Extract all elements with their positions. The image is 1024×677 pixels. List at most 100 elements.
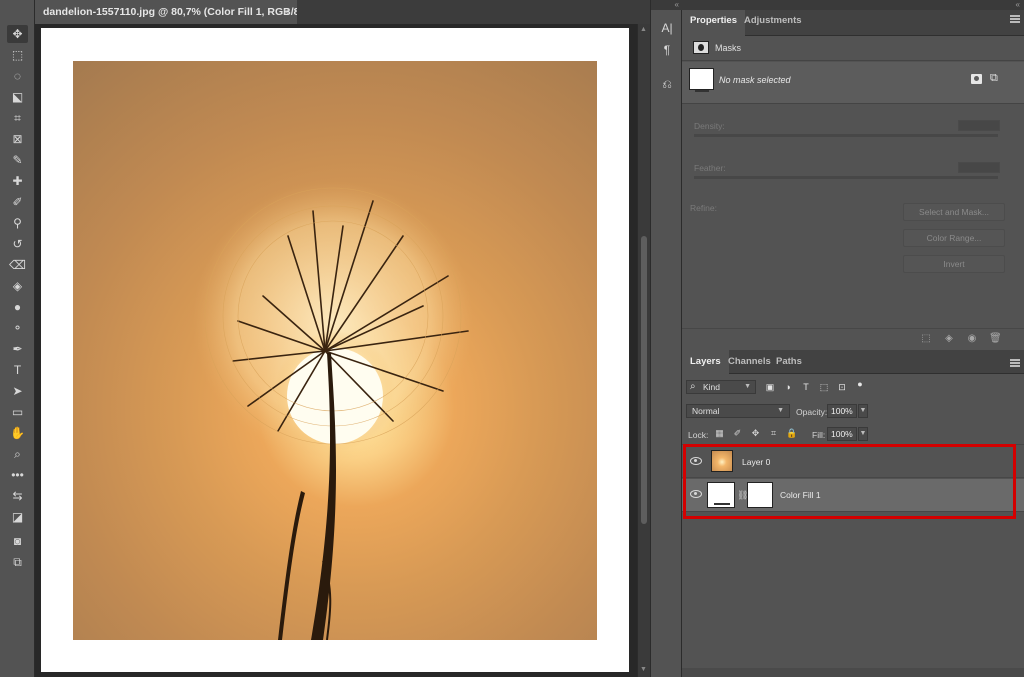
- opacity-label: Opacity:: [796, 407, 828, 417]
- collapse-panel-icon[interactable]: «: [682, 0, 1024, 10]
- blend-row: Normal ▼ Opacity: 100% ▼: [682, 400, 1024, 422]
- eraser-icon[interactable]: ⌫: [7, 256, 28, 274]
- blend-mode-value: Normal: [692, 406, 720, 416]
- fill-dropdown-icon[interactable]: ▼: [858, 427, 868, 441]
- mask-selection-row[interactable]: No mask selected ⧉: [682, 62, 1024, 104]
- collapse-mini-icon[interactable]: «: [651, 0, 683, 10]
- fill-label: Fill:: [812, 430, 826, 440]
- move-tool-icon[interactable]: ✥: [7, 25, 28, 43]
- layers-tabs: Layers Channels Paths: [682, 350, 1024, 374]
- object-selection-icon[interactable]: ⬕: [7, 88, 28, 106]
- scroll-down-icon[interactable]: ▼: [640, 666, 647, 673]
- lock-row: Lock: ▦ ✐ ✥ ⌗ 🔒 Fill: 100% ▼: [682, 423, 1024, 445]
- tab-paths[interactable]: Paths: [768, 350, 810, 374]
- more-tools-icon[interactable]: •••: [7, 466, 28, 484]
- panel-menu-icon[interactable]: [1010, 15, 1020, 23]
- lock-label: Lock:: [688, 430, 709, 440]
- vertical-scrollbar[interactable]: ▲ ▼: [637, 24, 650, 677]
- color-range-button[interactable]: Color Range...: [903, 229, 1005, 247]
- layers-footer: [682, 668, 1024, 677]
- select-and-mask-button[interactable]: Select and Mask...: [903, 203, 1005, 221]
- type-filter-icon[interactable]: T: [801, 382, 811, 392]
- character-icon[interactable]: A|: [659, 20, 675, 36]
- document-canvas[interactable]: [41, 28, 629, 672]
- filter-kind-select[interactable]: ⌕ Kind ▼: [686, 380, 756, 394]
- blur-icon[interactable]: ●: [7, 298, 28, 316]
- add-vector-mask-icon[interactable]: ⧉: [990, 72, 1002, 84]
- filter-row: ⌕ Kind ▼ ▣ ◑ T ⬚ ⊡ ●: [682, 375, 1024, 399]
- adjustment-filter-icon[interactable]: ◑: [783, 382, 793, 392]
- highlight-box: [683, 444, 1016, 519]
- apply-mask-icon[interactable]: ◈: [943, 333, 955, 345]
- refine-label: Refine:: [690, 203, 717, 213]
- invert-button[interactable]: Invert: [903, 255, 1005, 273]
- lasso-icon[interactable]: ◌: [7, 67, 28, 85]
- zoom-icon[interactable]: ⌕: [7, 445, 28, 463]
- scroll-up-icon[interactable]: ▲: [640, 26, 647, 33]
- history-brush-icon[interactable]: ↺: [7, 235, 28, 253]
- mask-thumbnail[interactable]: [689, 68, 714, 92]
- add-pixel-mask-icon[interactable]: [971, 74, 982, 84]
- search-icon: ⌕: [690, 381, 696, 392]
- visibility-icon[interactable]: ◉: [966, 333, 978, 345]
- document-tab[interactable]: dandelion-1557110.jpg @ 80,7% (Color Fil…: [35, 0, 316, 24]
- paragraph-icon[interactable]: ¶: [659, 42, 675, 58]
- scrollbar-thumb[interactable]: [641, 236, 647, 524]
- dodge-icon[interactable]: ⚬: [7, 319, 28, 337]
- rectangle-icon[interactable]: ▭: [7, 403, 28, 421]
- quick-mask-icon[interactable]: ◙: [7, 532, 28, 550]
- pen-icon[interactable]: ✒: [7, 340, 28, 358]
- masks-label: Masks: [715, 43, 742, 53]
- feather-slider: [694, 176, 998, 179]
- smart-object-filter-icon[interactable]: ⊡: [837, 382, 847, 392]
- opacity-input[interactable]: 100%: [827, 404, 857, 418]
- fill-input[interactable]: 100%: [827, 427, 857, 441]
- screen-mode-icon[interactable]: ⧉: [7, 553, 28, 571]
- brush-icon[interactable]: ✐: [7, 193, 28, 211]
- rectangular-marquee-icon[interactable]: ⬚: [7, 46, 28, 64]
- feather-input: [958, 162, 1000, 173]
- tools-panel: ✥ ⬚ ◌ ⬕ ⌗ ⊠ ✎ ✚ ✐ ⚲ ↺ ⌫ ◈ ● ⚬ ✒ T ➤ ▭ ✋ ⌕ ••• ⇆ ◪ ◙ ⧉: [0, 0, 35, 677]
- lock-artboard-icon[interactable]: ⌗: [768, 428, 779, 439]
- chevron-down-icon: ▼: [744, 383, 751, 390]
- properties-panel: « Properties Adjustments Masks No mask s…: [682, 0, 1024, 350]
- document-tab-title: dandelion-1557110.jpg @ 80,7% (Color Fil…: [43, 6, 316, 18]
- dandelion-illustration: [193, 181, 473, 640]
- collapsed-panels: « A| ¶ ⎌: [650, 0, 683, 677]
- density-label: Density:: [694, 121, 725, 131]
- feather-label: Feather:: [694, 163, 726, 173]
- load-selection-icon[interactable]: ⬚: [920, 333, 932, 345]
- path-selection-icon[interactable]: ➤: [7, 382, 28, 400]
- hand-icon[interactable]: ✋: [7, 424, 28, 442]
- pixel-filter-icon[interactable]: ▣: [765, 382, 775, 392]
- delete-mask-icon[interactable]: 🗑: [989, 333, 1002, 345]
- eyedropper-icon[interactable]: ✎: [7, 151, 28, 169]
- crop-icon[interactable]: ⌗: [7, 109, 28, 127]
- lock-pixels-icon[interactable]: ✐: [732, 428, 743, 439]
- layers-menu-icon[interactable]: [1010, 359, 1020, 367]
- tab-strip: [297, 0, 650, 24]
- lock-position-icon[interactable]: ✥: [750, 428, 761, 439]
- type-icon[interactable]: T: [7, 361, 28, 379]
- blend-mode-select[interactable]: Normal ▼: [686, 404, 790, 418]
- frame-icon[interactable]: ⊠: [7, 130, 28, 148]
- masks-header: Masks: [682, 37, 1024, 61]
- density-input: [958, 120, 1000, 131]
- color-swatches-icon[interactable]: ◪: [7, 508, 28, 526]
- density-slider: [694, 134, 998, 137]
- filter-toggle-icon[interactable]: ●: [855, 379, 865, 389]
- lock-all-icon[interactable]: 🔒: [786, 428, 797, 439]
- default-colors-icon[interactable]: ⇆: [7, 487, 28, 505]
- tab-adjustments[interactable]: Adjustments: [736, 10, 810, 36]
- chevron-down-icon: ▼: [777, 407, 784, 414]
- close-tab-icon[interactable]: ×: [283, 6, 289, 18]
- opacity-dropdown-icon[interactable]: ▼: [858, 404, 868, 418]
- paint-bucket-icon[interactable]: ◈: [7, 277, 28, 295]
- healing-brush-icon[interactable]: ✚: [7, 172, 28, 190]
- lock-transparency-icon[interactable]: ▦: [714, 428, 725, 439]
- canvas-area[interactable]: [35, 24, 637, 677]
- history-icon[interactable]: ⎌: [659, 76, 675, 92]
- properties-tabs: « Properties Adjustments: [682, 0, 1024, 36]
- shape-filter-icon[interactable]: ⬚: [819, 382, 829, 392]
- clone-stamp-icon[interactable]: ⚲: [7, 214, 28, 232]
